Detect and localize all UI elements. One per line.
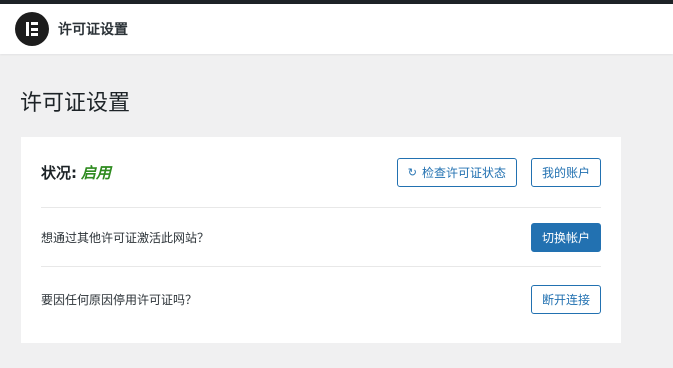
disconnect-prompt: 要因任何原因停用许可证吗？ xyxy=(41,292,198,307)
disconnect-button[interactable]: 断开连接 xyxy=(530,284,601,314)
switch-account-row: 想通过其他许可证激活此网站？ 切换帐户 xyxy=(41,207,601,266)
elementor-logo-icon xyxy=(15,12,49,46)
status-row: 状况: 启用 ↻ 检查许可证状态 我的账户 xyxy=(41,137,601,207)
check-license-label: 检查许可证状态 xyxy=(421,165,506,180)
switch-account-prompt: 想通过其他许可证激活此网站？ xyxy=(41,230,210,245)
header-title: 许可证设置 xyxy=(58,22,128,38)
status-label: 状况: xyxy=(41,163,77,182)
switch-account-button[interactable]: 切换帐户 xyxy=(530,222,601,252)
refresh-icon: ↻ xyxy=(407,165,417,179)
status-actions: ↻ 检查许可证状态 我的账户 xyxy=(396,157,601,187)
top-header: 许可证设置 xyxy=(0,4,673,54)
my-account-button[interactable]: 我的账户 xyxy=(530,157,601,187)
disconnect-row: 要因任何原因停用许可证吗？ 断开连接 xyxy=(41,266,601,331)
license-card: 状况: 启用 ↻ 检查许可证状态 我的账户 想通过其他许可证激活此网站？ 切换帐户… xyxy=(21,137,621,343)
page-title: 许可证设置 xyxy=(20,91,131,116)
license-status: 状况: 启用 xyxy=(41,162,111,183)
status-value: 启用 xyxy=(81,163,112,182)
check-license-button[interactable]: ↻ 检查许可证状态 xyxy=(396,157,517,187)
